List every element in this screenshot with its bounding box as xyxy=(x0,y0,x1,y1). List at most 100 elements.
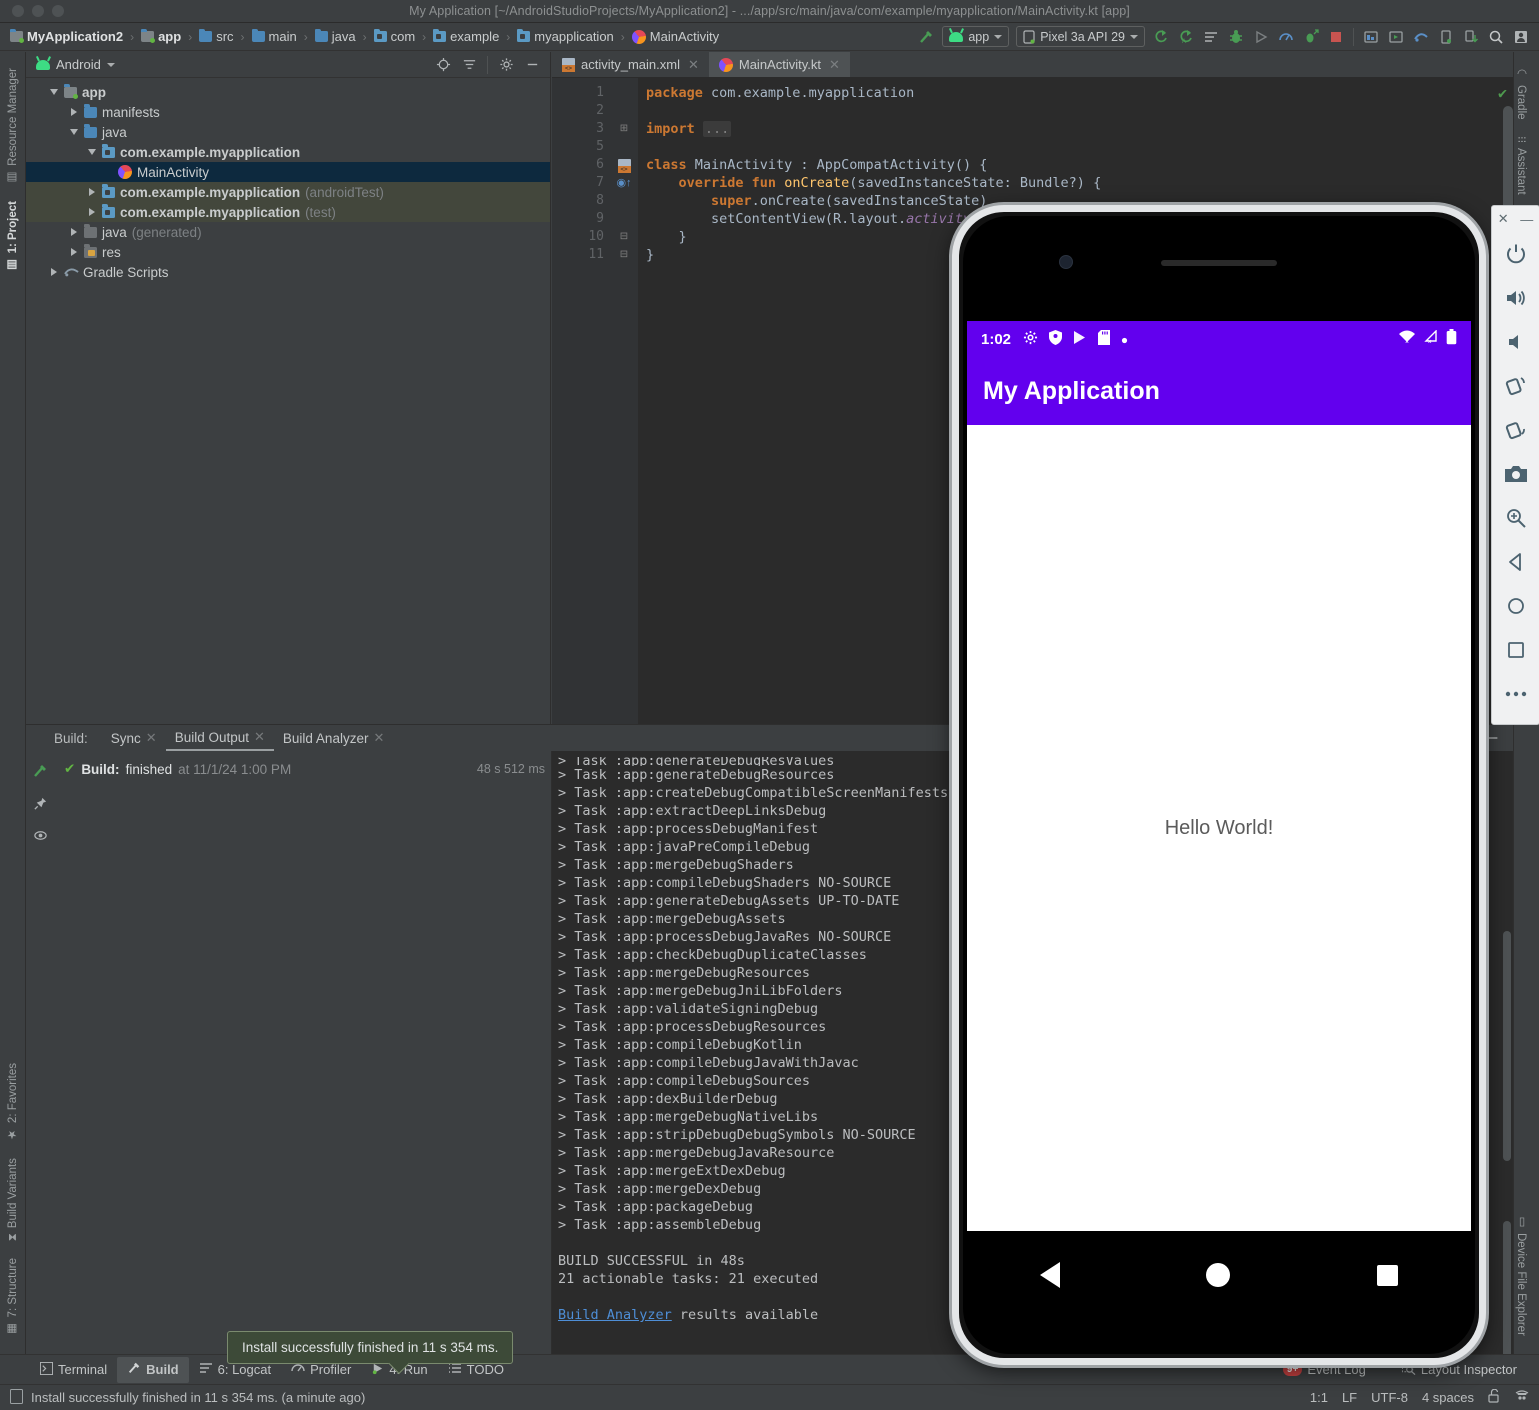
build-analyzer-link[interactable]: Build Analyzer xyxy=(558,1307,672,1323)
close-icon[interactable]: ✕ xyxy=(146,730,157,746)
breadcrumb-item-project[interactable]: MyApplication2 xyxy=(8,29,125,44)
file-encoding[interactable]: UTF-8 xyxy=(1371,1390,1408,1405)
rotate-right-icon[interactable] xyxy=(1491,408,1539,452)
back-button[interactable] xyxy=(1040,1262,1060,1288)
eye-icon[interactable] xyxy=(33,828,48,846)
override-method-icon[interactable]: ◉↑ xyxy=(610,174,638,192)
profiler-icon[interactable] xyxy=(1274,26,1298,48)
tree-node-java[interactable]: java xyxy=(26,122,550,142)
more-icon[interactable] xyxy=(1491,672,1539,716)
sdk-manager-icon[interactable]: A xyxy=(1174,26,1198,48)
sidebar-item-build-variants[interactable]: ⧗ Build Variants xyxy=(7,1150,19,1249)
close-icon[interactable]: ✕ xyxy=(688,57,699,73)
home-button[interactable] xyxy=(1206,1263,1230,1287)
layout-relation-icon[interactable] xyxy=(610,156,638,174)
pin-icon[interactable] xyxy=(33,796,48,814)
device-manager-icon[interactable] xyxy=(1359,26,1383,48)
breadcrumb-item-app[interactable]: app xyxy=(139,29,183,44)
power-icon[interactable] xyxy=(1491,232,1539,276)
run-configuration-selector[interactable]: app xyxy=(942,26,1009,47)
tree-node-gradle-scripts[interactable]: Gradle Scripts xyxy=(26,262,550,282)
tab-build-output[interactable]: Build Output ✕ xyxy=(166,725,274,751)
volume-up-icon[interactable] xyxy=(1491,276,1539,320)
stop-icon[interactable] xyxy=(1324,26,1348,48)
hammer-icon[interactable] xyxy=(914,26,938,48)
tab-mainactivity-kt[interactable]: MainActivity.kt ✕ xyxy=(709,52,850,77)
bottom-tab-terminal[interactable]: Terminal xyxy=(30,1357,117,1383)
gradle-icon[interactable] xyxy=(1409,26,1433,48)
close-icon[interactable]: ✕ xyxy=(829,57,840,73)
back-icon[interactable] xyxy=(1491,540,1539,584)
tree-node-res[interactable]: res xyxy=(26,242,550,262)
debug-icon[interactable] xyxy=(1224,26,1248,48)
breadcrumb-item-src[interactable]: src xyxy=(197,29,235,44)
fold-end-icon[interactable]: ⊟ xyxy=(610,246,638,264)
minimize-icon[interactable] xyxy=(520,54,544,76)
tree-node-package-androidtest[interactable]: com.example.myapplication (androidTest) xyxy=(26,182,550,202)
search-icon[interactable] xyxy=(1484,26,1508,48)
volume-down-icon[interactable] xyxy=(1491,320,1539,364)
lock-open-icon[interactable] xyxy=(1488,1389,1501,1406)
chevron-down-icon[interactable] xyxy=(68,129,79,135)
sidebar-item-assistant[interactable]: ⁝⁝ Assistant xyxy=(1514,128,1528,203)
device-explorer-icon[interactable] xyxy=(1434,26,1458,48)
device-selector[interactable]: Pixel 3a API 29 xyxy=(1016,26,1145,47)
avd-manager-icon[interactable] xyxy=(1199,26,1223,48)
indent-setting[interactable]: 4 spaces xyxy=(1422,1390,1474,1405)
chevron-right-icon[interactable] xyxy=(86,188,97,196)
chevron-down-icon[interactable] xyxy=(107,63,115,67)
inspection-ok-icon[interactable]: ✔ xyxy=(1498,84,1507,102)
tree-node-package-main[interactable]: com.example.myapplication xyxy=(26,142,550,162)
android-navigation-bar[interactable] xyxy=(967,1236,1471,1314)
chevron-down-icon[interactable] xyxy=(86,149,97,155)
home-icon[interactable] xyxy=(1491,584,1539,628)
chevron-down-icon[interactable] xyxy=(48,89,59,95)
tab-build-analyzer[interactable]: Build Analyzer ✕ xyxy=(274,725,393,751)
tree-node-manifests[interactable]: manifests xyxy=(26,102,550,122)
sidebar-item-favorites[interactable]: ★ 2: Favorites xyxy=(6,1055,20,1150)
sidebar-item-device-file-explorer[interactable]: ▯ Device File Explorer xyxy=(1514,1206,1528,1344)
sidebar-item-project[interactable]: ▤ 1: Project xyxy=(6,193,20,280)
tree-node-java-generated[interactable]: java (generated) xyxy=(26,222,550,242)
rotate-left-icon[interactable] xyxy=(1491,364,1539,408)
breadcrumb-item-com[interactable]: com xyxy=(372,29,418,44)
inspector-icon[interactable] xyxy=(1515,1389,1529,1406)
tab-sync[interactable]: Sync ✕ xyxy=(102,725,166,751)
sidebar-item-structure[interactable]: ▦ 7: Structure xyxy=(6,1250,20,1344)
tree-node-app[interactable]: app xyxy=(26,82,550,102)
gear-icon[interactable] xyxy=(494,54,518,76)
profile-icon[interactable] xyxy=(1509,26,1533,48)
tree-node-mainactivity[interactable]: MainActivity xyxy=(26,162,550,182)
close-icon[interactable]: ✕ xyxy=(373,730,384,746)
log-scrollbar[interactable] xyxy=(1503,931,1511,1161)
hammer-icon[interactable] xyxy=(32,763,48,782)
sidebar-item-gradle[interactable]: ◠ Gradle xyxy=(1514,58,1528,128)
overview-icon[interactable] xyxy=(1491,628,1539,672)
log-scrollbar-lower[interactable] xyxy=(1503,1221,1511,1354)
chevron-right-icon[interactable] xyxy=(86,208,97,216)
locate-icon[interactable] xyxy=(431,54,455,76)
tab-activity-main-xml[interactable]: activity_main.xml ✕ xyxy=(552,52,709,77)
fold-end-icon[interactable]: ⊟ xyxy=(610,228,638,246)
minimize-icon[interactable]: — xyxy=(1520,212,1533,227)
breadcrumb-item-mainactivity[interactable]: MainActivity xyxy=(630,29,721,44)
line-separator[interactable]: LF xyxy=(1342,1390,1357,1405)
run-icon[interactable] xyxy=(1249,26,1273,48)
build-result-row[interactable]: ✔ Build: finished at 11/1/24 1:00 PM 48 … xyxy=(54,759,551,779)
bottom-tab-build[interactable]: Build xyxy=(117,1357,189,1383)
close-icon[interactable]: ✕ xyxy=(1498,211,1509,227)
breadcrumb-item-example[interactable]: example xyxy=(431,29,501,44)
zoom-icon[interactable] xyxy=(1491,496,1539,540)
chevron-right-icon[interactable] xyxy=(48,268,59,276)
build-result-tree[interactable]: ✔ Build: finished at 11/1/24 1:00 PM 48 … xyxy=(54,751,552,1354)
emulator-screen[interactable]: 1:02 xyxy=(967,321,1471,1231)
fold-import-icon[interactable]: ⊞ xyxy=(610,120,638,138)
sdk-download-icon[interactable] xyxy=(1459,26,1483,48)
breadcrumb-item-java[interactable]: java xyxy=(313,29,358,44)
chevron-right-icon[interactable] xyxy=(68,228,79,236)
chevron-right-icon[interactable] xyxy=(68,248,79,256)
collapse-all-icon[interactable] xyxy=(457,54,481,76)
tree-node-package-test[interactable]: com.example.myapplication (test) xyxy=(26,202,550,222)
chevron-right-icon[interactable] xyxy=(68,108,79,116)
attach-debugger-icon[interactable] xyxy=(1299,26,1323,48)
